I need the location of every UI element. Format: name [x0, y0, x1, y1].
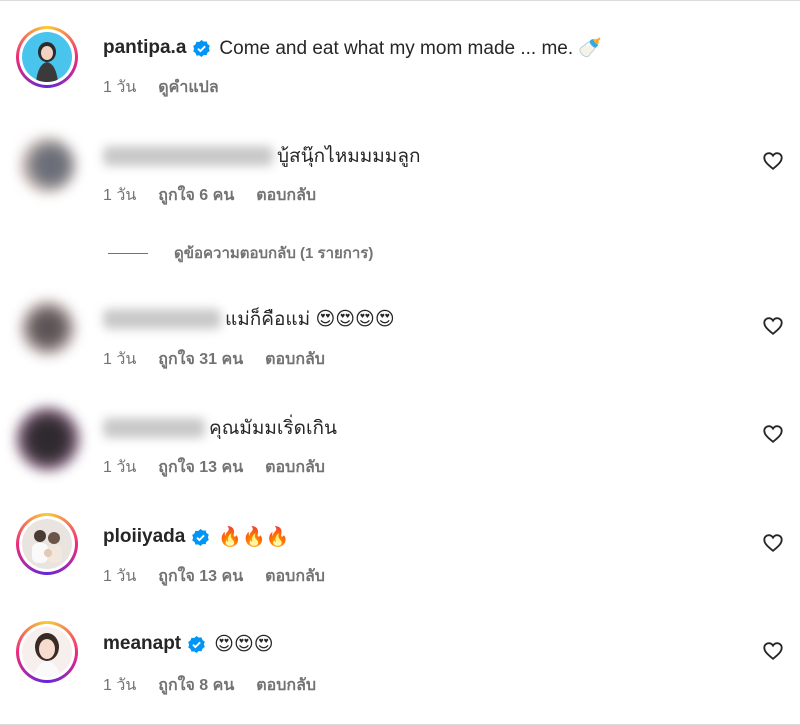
verified-badge-icon	[188, 635, 205, 653]
username[interactable]	[103, 146, 273, 166]
avatar[interactable]	[16, 513, 78, 575]
heart-outline-icon[interactable]	[762, 640, 784, 662]
heart-outline-icon[interactable]	[762, 150, 784, 172]
heart-outline-icon[interactable]	[762, 315, 784, 337]
verified-badge-icon	[192, 528, 210, 546]
view-replies-button[interactable]: ดูข้อความตอบกลับ (1 รายการ)	[108, 241, 373, 265]
timestamp: 1 วัน	[103, 186, 137, 204]
heart-outline-icon[interactable]	[762, 532, 784, 554]
heart-outline-icon[interactable]	[762, 423, 784, 445]
reply-button[interactable]: ตอบกลับ	[256, 673, 316, 698]
username[interactable]: pantipa.a	[103, 37, 186, 59]
like-count[interactable]: ถูกใจ 6 คน	[158, 183, 234, 208]
comment-text: 😍😍😍	[214, 633, 274, 655]
comment-text: แม่ก็คือแม่ 😍😍😍😍	[225, 309, 395, 330]
like-count[interactable]: ถูกใจ 31 คน	[158, 347, 243, 372]
avatar[interactable]	[16, 407, 80, 471]
timestamp: 1 วัน	[103, 78, 137, 96]
translate-link[interactable]: ดูคำแปล	[158, 75, 218, 100]
timestamp: 1 วัน	[103, 676, 137, 694]
avatar[interactable]	[20, 137, 76, 193]
view-replies-label: ดูข้อความตอบกลับ (1 รายการ)	[174, 245, 374, 262]
timestamp: 1 วัน	[103, 350, 137, 368]
username[interactable]	[103, 418, 205, 438]
username[interactable]: ploiiyada	[103, 526, 185, 548]
reply-button[interactable]: ตอบกลับ	[265, 564, 325, 589]
divider	[108, 252, 148, 254]
caption-text: Come and eat what my mom made ... me. 🍼	[219, 38, 603, 59]
timestamp: 1 วัน	[103, 458, 137, 476]
comments-panel: pantipa.a Come and eat what my mom made …	[0, 0, 800, 725]
verified-badge-icon	[193, 39, 211, 57]
comment-text: 🔥🔥🔥	[218, 527, 290, 548]
comment-text: บู้สนุ๊กไหมมมมลูก	[277, 146, 421, 167]
reply-button[interactable]: ตอบกลับ	[256, 183, 316, 208]
like-count[interactable]: ถูกใจ 8 คน	[158, 673, 234, 698]
username[interactable]: meanapt	[103, 633, 181, 655]
reply-button[interactable]: ตอบกลับ	[265, 455, 325, 480]
comment-text: คุณมัมมเริ่ดเกิน	[209, 418, 337, 439]
timestamp: 1 วัน	[103, 567, 137, 585]
avatar[interactable]	[20, 300, 76, 356]
username[interactable]	[103, 309, 221, 329]
like-count[interactable]: ถูกใจ 13 คน	[158, 564, 243, 589]
avatar[interactable]	[16, 621, 78, 683]
like-count[interactable]: ถูกใจ 13 คน	[158, 455, 243, 480]
avatar[interactable]	[16, 26, 78, 88]
reply-button[interactable]: ตอบกลับ	[265, 347, 325, 372]
